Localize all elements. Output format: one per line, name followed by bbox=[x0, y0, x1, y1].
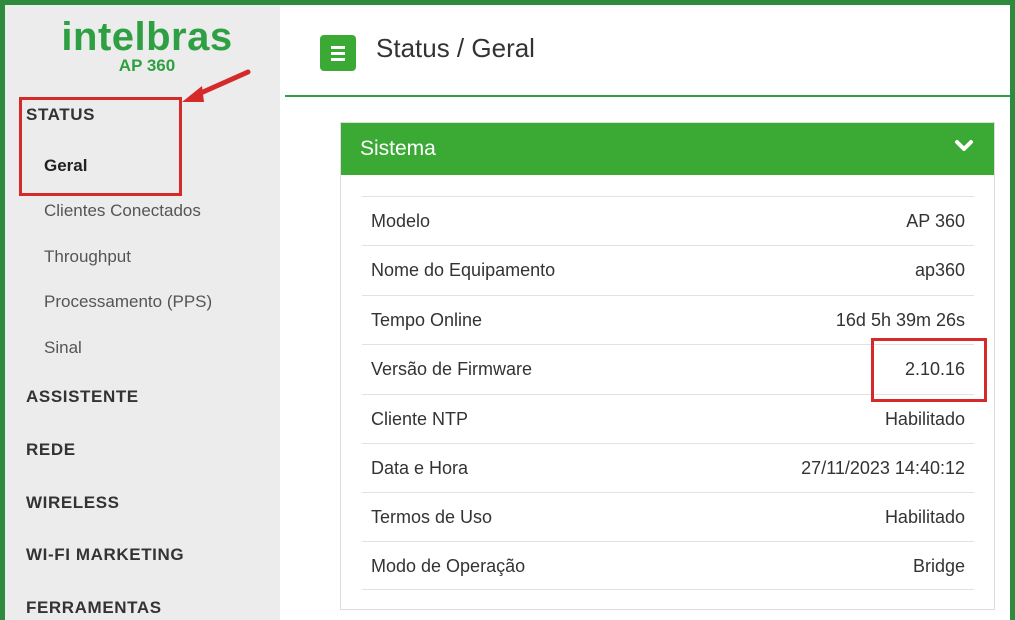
sidebar: intelbras AP 360 STATUS Geral Clientes C… bbox=[5, 5, 280, 620]
table-row: Tempo Online 16d 5h 39m 26s bbox=[362, 295, 974, 344]
row-label: Nome do Equipamento bbox=[371, 260, 556, 280]
chevron-down-icon[interactable] bbox=[954, 139, 974, 153]
row-value: Bridge bbox=[912, 556, 965, 576]
system-panel: Sistema Modelo AP 360 Nome do Equipament… bbox=[340, 122, 995, 610]
row-value: AP 360 bbox=[906, 211, 965, 231]
table-row: Nome do Equipamento ap360 bbox=[362, 245, 974, 294]
sidebar-item-clientes-conectados[interactable]: Clientes Conectados bbox=[44, 201, 201, 221]
row-value: Habilitado bbox=[884, 507, 965, 527]
sidebar-section-assistente[interactable]: ASSISTENTE bbox=[26, 387, 139, 407]
system-panel-header[interactable]: Sistema bbox=[341, 123, 994, 175]
row-value: 27/11/2023 14:40:12 bbox=[801, 458, 965, 478]
row-label: Tempo Online bbox=[371, 310, 483, 330]
sidebar-item-processamento-pps[interactable]: Processamento (PPS) bbox=[44, 292, 212, 312]
menu-toggle-button[interactable] bbox=[320, 35, 356, 71]
firmware-version-value: 2.10.16 bbox=[904, 359, 965, 379]
table-row: Modelo AP 360 bbox=[362, 196, 974, 245]
device-model-label: AP 360 bbox=[118, 56, 176, 75]
row-label: Cliente NTP bbox=[371, 409, 469, 429]
sidebar-item-throughput[interactable]: Throughput bbox=[44, 247, 131, 267]
row-label: Modelo bbox=[371, 211, 431, 231]
panel-title: Sistema bbox=[360, 137, 436, 160]
page-header: Status / Geral bbox=[285, 5, 1010, 97]
logo-wordmark: intelbras bbox=[61, 15, 233, 59]
table-row: Modo de Operação Bridge bbox=[362, 541, 974, 590]
row-value: 16d 5h 39m 26s bbox=[835, 310, 965, 330]
row-label: Versão de Firmware bbox=[371, 359, 533, 379]
sidebar-section-rede[interactable]: REDE bbox=[26, 440, 76, 460]
table-row: Data e Hora 27/11/2023 14:40:12 bbox=[362, 443, 974, 492]
sidebar-section-wifi-marketing[interactable]: WI-FI MARKETING bbox=[26, 545, 184, 565]
brand-logo: intelbras AP 360 bbox=[52, 17, 242, 76]
page-title: Status / Geral bbox=[376, 33, 535, 63]
sidebar-section-wireless[interactable]: WIRELESS bbox=[26, 493, 120, 513]
row-value: Habilitado bbox=[884, 409, 965, 429]
table-row: Termos de Uso Habilitado bbox=[362, 492, 974, 541]
row-label: Data e Hora bbox=[371, 458, 469, 478]
row-value: ap360 bbox=[914, 260, 965, 280]
sidebar-item-geral[interactable]: Geral bbox=[44, 156, 87, 176]
sidebar-section-status[interactable]: STATUS bbox=[26, 105, 95, 125]
row-label: Termos de Uso bbox=[371, 507, 493, 527]
sidebar-item-sinal[interactable]: Sinal bbox=[44, 338, 82, 358]
table-row: Cliente NTP Habilitado bbox=[362, 394, 974, 443]
row-label: Modo de Operação bbox=[371, 556, 526, 576]
table-row: Versão de Firmware 2.10.16 bbox=[362, 344, 974, 393]
sidebar-section-ferramentas[interactable]: FERRAMENTAS bbox=[26, 598, 162, 618]
